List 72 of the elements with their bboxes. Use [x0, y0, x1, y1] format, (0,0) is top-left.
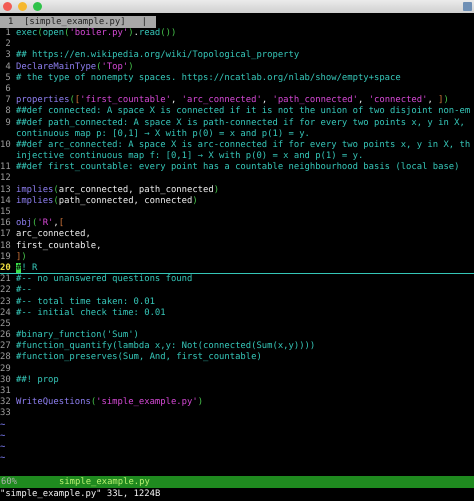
- code-line: #function_preserves(Sum, And, first_countable): [16, 352, 262, 364]
- line-number: 9: [5, 118, 11, 128]
- empty-line-marker: ~: [0, 430, 6, 442]
- code-line: DeclareMainType('Top'): [16, 62, 134, 73]
- line-number: 5: [5, 72, 11, 83]
- code-line: ## https://en.wikipedia.org/wiki/Topological_property: [16, 50, 300, 62]
- code-line: continuous map p: [0,1] → X with p(0) = x and p(1) = y.: [16, 128, 310, 140]
- code-line: ##def path_connected: A space X is path-connected if for every two points x, y in X,: [16, 118, 465, 129]
- line-number: 31: [0, 386, 11, 396]
- line-number: 19: [0, 252, 11, 262]
- code-line: obj('R',[: [16, 218, 64, 229]
- code-line: #-- total time taken: 0.01: [16, 296, 155, 308]
- code-line: WriteQuestions('simple_example.py'): [16, 397, 204, 408]
- code-line: first_countable,: [16, 240, 102, 252]
- line-number: 24: [0, 308, 11, 318]
- line-number: 32: [0, 397, 11, 408]
- line-number: 6: [5, 84, 11, 94]
- line-number: 8: [5, 106, 11, 116]
- code-line: arc_connected,: [16, 229, 91, 241]
- line-number: 30: [0, 374, 11, 385]
- code-line: properties(['first_countable', 'arc_connected', 'path_connected', 'connected', ]): [16, 95, 449, 106]
- line-number: 10: [0, 140, 11, 150]
- empty-line-marker: ~: [0, 420, 6, 431]
- line-number: 21: [0, 274, 11, 284]
- line-number: 29: [0, 364, 11, 374]
- code-line: ##def connected: A space X is connected if it is not the union of two disjoint non-em: [16, 106, 470, 118]
- empty-line-marker: ~: [0, 453, 6, 464]
- code-line: injective continuous map f: [0,1] → X with p(0) = x and p(1) = y.: [16, 151, 364, 162]
- scroll-percent: 60%: [0, 476, 18, 488]
- code-line: # the type of nonempty spaces. https://ncatlab.org/nlab/show/empty+space: [16, 72, 401, 84]
- line-number: 12: [0, 173, 11, 184]
- line-number: 4: [5, 62, 11, 72]
- line-number: 2: [5, 39, 11, 50]
- line-number: 33: [0, 408, 11, 418]
- code-line: ]): [16, 252, 27, 263]
- line-number: 25: [0, 318, 11, 329]
- code-line: #--: [16, 285, 32, 296]
- code-line: ##def arc_connected: A space X is arc-connected if for every two points x, y in X, th: [16, 140, 470, 151]
- status-filename: simple_example.py: [59, 476, 150, 488]
- line-number: 18: [0, 240, 11, 251]
- code-line: ##! prop: [16, 374, 59, 386]
- line-number: 15: [0, 207, 11, 217]
- line-number: 1: [5, 28, 11, 38]
- line-number: 16: [0, 218, 11, 228]
- zoom-button[interactable]: [33, 2, 42, 11]
- code-line: ##def first_countable: every point has a countable neighbourhood basis (local base): [16, 162, 460, 174]
- command-message: "simple_example.py" 33L, 1224B: [0, 489, 160, 499]
- line-number: 28: [0, 352, 11, 362]
- line-number: 20: [0, 262, 11, 273]
- empty-line-marker: ~: [0, 442, 6, 454]
- line-number: 27: [0, 341, 11, 352]
- line-number: 3: [5, 50, 11, 60]
- line-number: 7: [5, 95, 11, 106]
- line-number: 14: [0, 196, 11, 206]
- code-line: implies(arc_connected, path_connected): [16, 184, 220, 196]
- code-line: #-- initial check time: 0.01: [16, 308, 166, 319]
- code-line: #binary_function('Sum'): [16, 330, 139, 341]
- close-button[interactable]: [3, 2, 12, 11]
- line-number: 26: [0, 330, 11, 340]
- line-number: 11: [0, 162, 11, 172]
- line-number: 13: [0, 184, 11, 195]
- line-number: 17: [0, 229, 11, 240]
- window-icon: [463, 2, 472, 11]
- code-line: #-- no unanswered questions found: [16, 274, 192, 286]
- code-line: #! R: [16, 262, 38, 274]
- line-number: 22: [0, 285, 11, 296]
- code-line: #function_quantify(lambda x,y: Not(connected(Sum(x,y)))): [16, 341, 316, 352]
- line-number: 23: [0, 296, 11, 306]
- code-line: implies(path_connected, connected): [16, 196, 198, 207]
- minimize-button[interactable]: [18, 2, 27, 11]
- buffer-tab[interactable]: 1 [simple_example.py] |: [0, 16, 156, 28]
- code-line: exec(open('boiler.py').read()): [16, 28, 176, 40]
